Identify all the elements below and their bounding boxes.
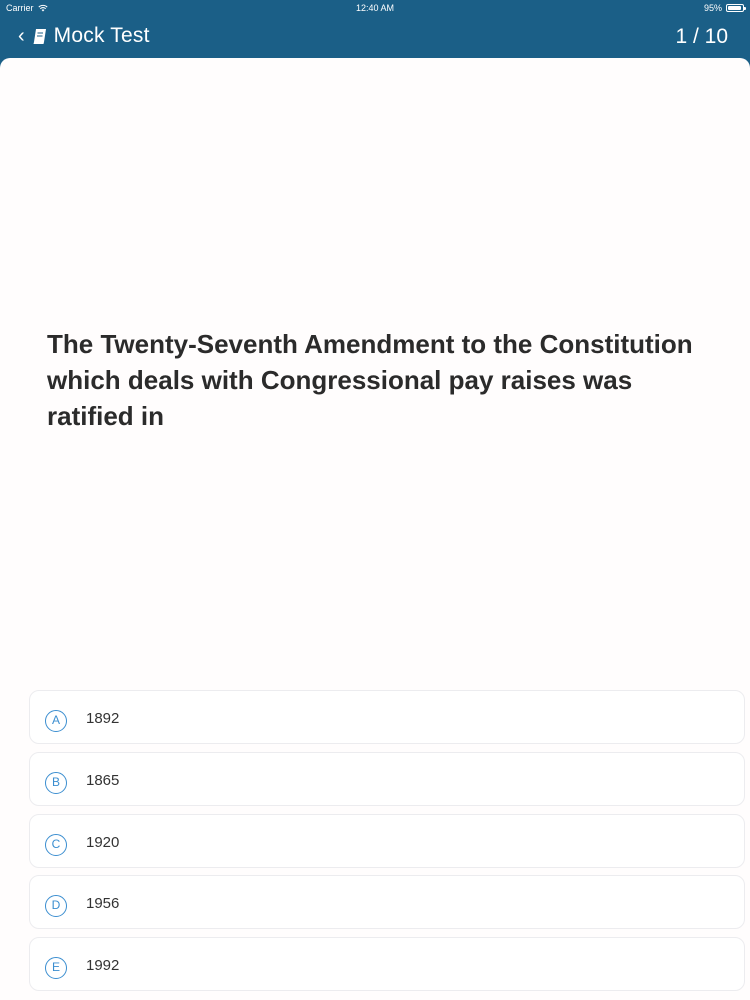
answer-option-b[interactable]: B 1865 <box>29 752 745 806</box>
chevron-left-icon: ‹ <box>18 25 25 47</box>
back-button[interactable]: ‹ Mock Test <box>18 24 150 48</box>
question-text: The Twenty-Seventh Amendment to the Cons… <box>47 329 693 431</box>
answer-text: 1956 <box>86 895 120 912</box>
answer-text: 1865 <box>86 772 120 789</box>
answer-option-a[interactable]: A 1892 <box>29 690 745 744</box>
question-card: The Twenty-Seventh Amendment to the Cons… <box>0 58 750 1000</box>
answer-text: 1920 <box>86 834 120 851</box>
battery-indicator: 95% <box>703 3 746 13</box>
answer-option-e[interactable]: E 1992 <box>29 937 745 991</box>
answer-letter-badge: A <box>45 710 67 732</box>
status-time: 12:40 AM <box>355 3 395 13</box>
answer-letter-badge: B <box>45 772 67 794</box>
answer-letter-badge: D <box>45 895 67 917</box>
answer-letter-badge: E <box>45 957 67 979</box>
battery-percent: 95% <box>703 3 722 13</box>
battery-icon <box>726 4 746 12</box>
answer-text: 1992 <box>86 957 120 974</box>
page-title: Mock Test <box>53 24 150 47</box>
answer-option-d[interactable]: D 1956 <box>29 875 745 929</box>
status-bar: Carrier 12:40 AM 95% <box>0 0 750 16</box>
answer-option-c[interactable]: C 1920 <box>29 814 745 868</box>
answer-text: 1892 <box>86 710 120 727</box>
answer-letter-badge: C <box>45 834 67 856</box>
book-icon <box>33 29 46 44</box>
nav-bar: ‹ Mock Test 1 / 10 <box>0 16 750 58</box>
question-progress: 1 / 10 <box>675 25 728 48</box>
